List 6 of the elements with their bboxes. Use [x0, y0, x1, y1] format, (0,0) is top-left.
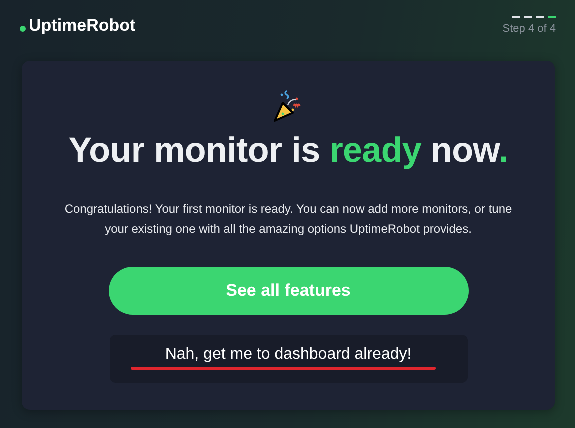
step-label: Step 4 of 4 — [502, 23, 556, 35]
heading: Your monitor is ready now. — [68, 131, 508, 171]
message-text: Congratulations! Your first monitor is ready. You can now add more monitors, or tune your existing one with all the amazing options UptimeRobot provides. — [64, 201, 514, 238]
logo-dot-icon — [20, 26, 26, 32]
brand-name: UptimeRobot — [29, 16, 136, 36]
dashboard-button[interactable]: Nah, get me to dashboard already! — [110, 335, 468, 383]
